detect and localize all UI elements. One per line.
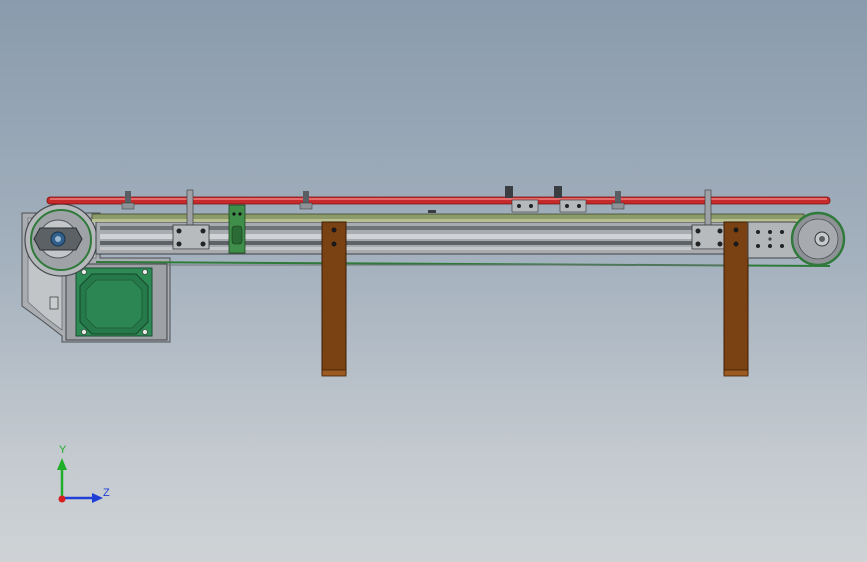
triad-z-label: Z xyxy=(103,487,110,499)
deck-marker xyxy=(428,210,436,213)
idler-shaft-center xyxy=(819,236,825,242)
motor-bolt xyxy=(81,269,87,275)
cad-viewport[interactable]: Y Z xyxy=(0,0,867,562)
conveyor-model[interactable] xyxy=(0,0,867,562)
triad-quadrant xyxy=(62,470,92,500)
support-leg xyxy=(723,221,749,377)
triad-origin xyxy=(58,495,66,503)
coordinate-triad xyxy=(57,458,103,503)
sensor-mount-green xyxy=(228,204,246,254)
drive-shaft-center xyxy=(55,236,61,242)
triad-y-label: Y xyxy=(59,444,67,456)
motor-bolt xyxy=(142,329,148,335)
motor-side-knob xyxy=(49,296,59,310)
motor-face-inner xyxy=(85,279,143,329)
belt-deck-lip xyxy=(92,219,804,222)
support-leg xyxy=(321,221,347,377)
triad-z-arrowhead xyxy=(92,493,103,503)
motor-bolt xyxy=(81,329,87,335)
triad-y-arrowhead xyxy=(57,458,67,470)
motor-bolt xyxy=(142,269,148,275)
